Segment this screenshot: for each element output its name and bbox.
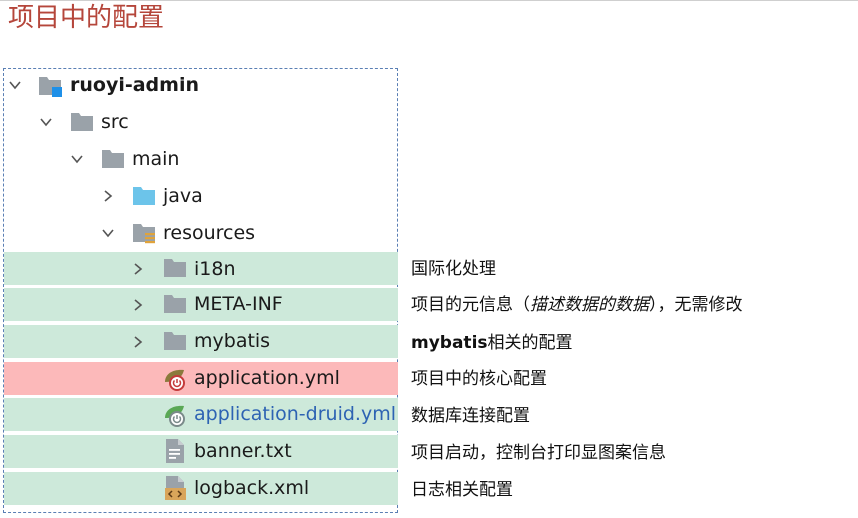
tree-item-mybatis[interactable]: mybatis (4, 325, 398, 358)
description-meta-inf: 项目的元信息（描述数据的数据），无需修改 (411, 294, 743, 316)
description-text: ），无需修改 (649, 295, 743, 315)
chevron-right-icon[interactable] (101, 189, 115, 203)
tree-item-label: application.yml (194, 367, 340, 389)
tree-item-meta-inf[interactable]: META-INF (4, 288, 398, 321)
module-folder-icon (38, 74, 64, 102)
tree-item-label: java (163, 185, 203, 207)
page-title: 项目中的配置 (8, 3, 165, 33)
chevron-down-icon[interactable] (70, 152, 84, 166)
tree-item-label: banner.txt (194, 440, 292, 462)
description-emphasis: 描述数据的数据 (530, 295, 649, 315)
tree-item-application-druid-yml[interactable]: application-druid.yml (4, 398, 398, 431)
chevron-right-icon[interactable] (131, 262, 145, 276)
description-mybatis: mybatis相关的配置 (411, 332, 573, 354)
tree-item-label: META-INF (194, 293, 283, 315)
tree-item-label: mybatis (194, 330, 271, 352)
tree-item-label: ruoyi-admin (70, 74, 199, 96)
tree-item-application-yml[interactable]: application.yml (4, 362, 398, 395)
chevron-right-icon[interactable] (131, 335, 145, 349)
spring-yaml-icon (162, 366, 188, 396)
tree-item-label: src (101, 111, 129, 133)
folder-icon (163, 257, 187, 283)
description-keyword: mybatis (411, 333, 488, 353)
spring-yaml-icon (162, 402, 188, 432)
tree-item-label: application-druid.yml (194, 403, 396, 425)
tree-item-label: logback.xml (194, 477, 310, 499)
description-application: 项目中的核心配置 (411, 369, 547, 389)
tree-item-banner-txt[interactable]: banner.txt (4, 435, 398, 468)
description-logback: 日志相关配置 (411, 480, 513, 500)
source-folder-icon (132, 185, 156, 211)
folder-icon (101, 148, 125, 174)
chevron-down-icon[interactable] (8, 78, 22, 92)
description-text: 相关的配置 (487, 333, 573, 353)
resources-folder-icon (132, 222, 158, 250)
description-application-druid: 数据库连接配置 (411, 406, 530, 426)
chevron-right-icon[interactable] (131, 298, 145, 312)
chevron-down-icon[interactable] (101, 226, 115, 240)
tree-item-i18n[interactable]: i18n (4, 252, 398, 285)
description-i18n: 国际化处理 (411, 259, 496, 279)
tree-item-label: resources (163, 222, 256, 244)
description-banner: 项目启动，控制台打印显图案信息 (411, 443, 666, 463)
tree-item-label: i18n (194, 258, 236, 280)
text-file-icon (164, 438, 186, 468)
folder-icon (163, 293, 187, 319)
folder-icon (163, 330, 187, 356)
xml-file-icon (164, 475, 188, 505)
description-text: 项目的元信息（ (411, 295, 530, 315)
chevron-down-icon[interactable] (39, 115, 53, 129)
tree-item-label: main (132, 148, 180, 170)
folder-icon (70, 111, 94, 137)
tree-item-logback-xml[interactable]: logback.xml (4, 472, 398, 505)
